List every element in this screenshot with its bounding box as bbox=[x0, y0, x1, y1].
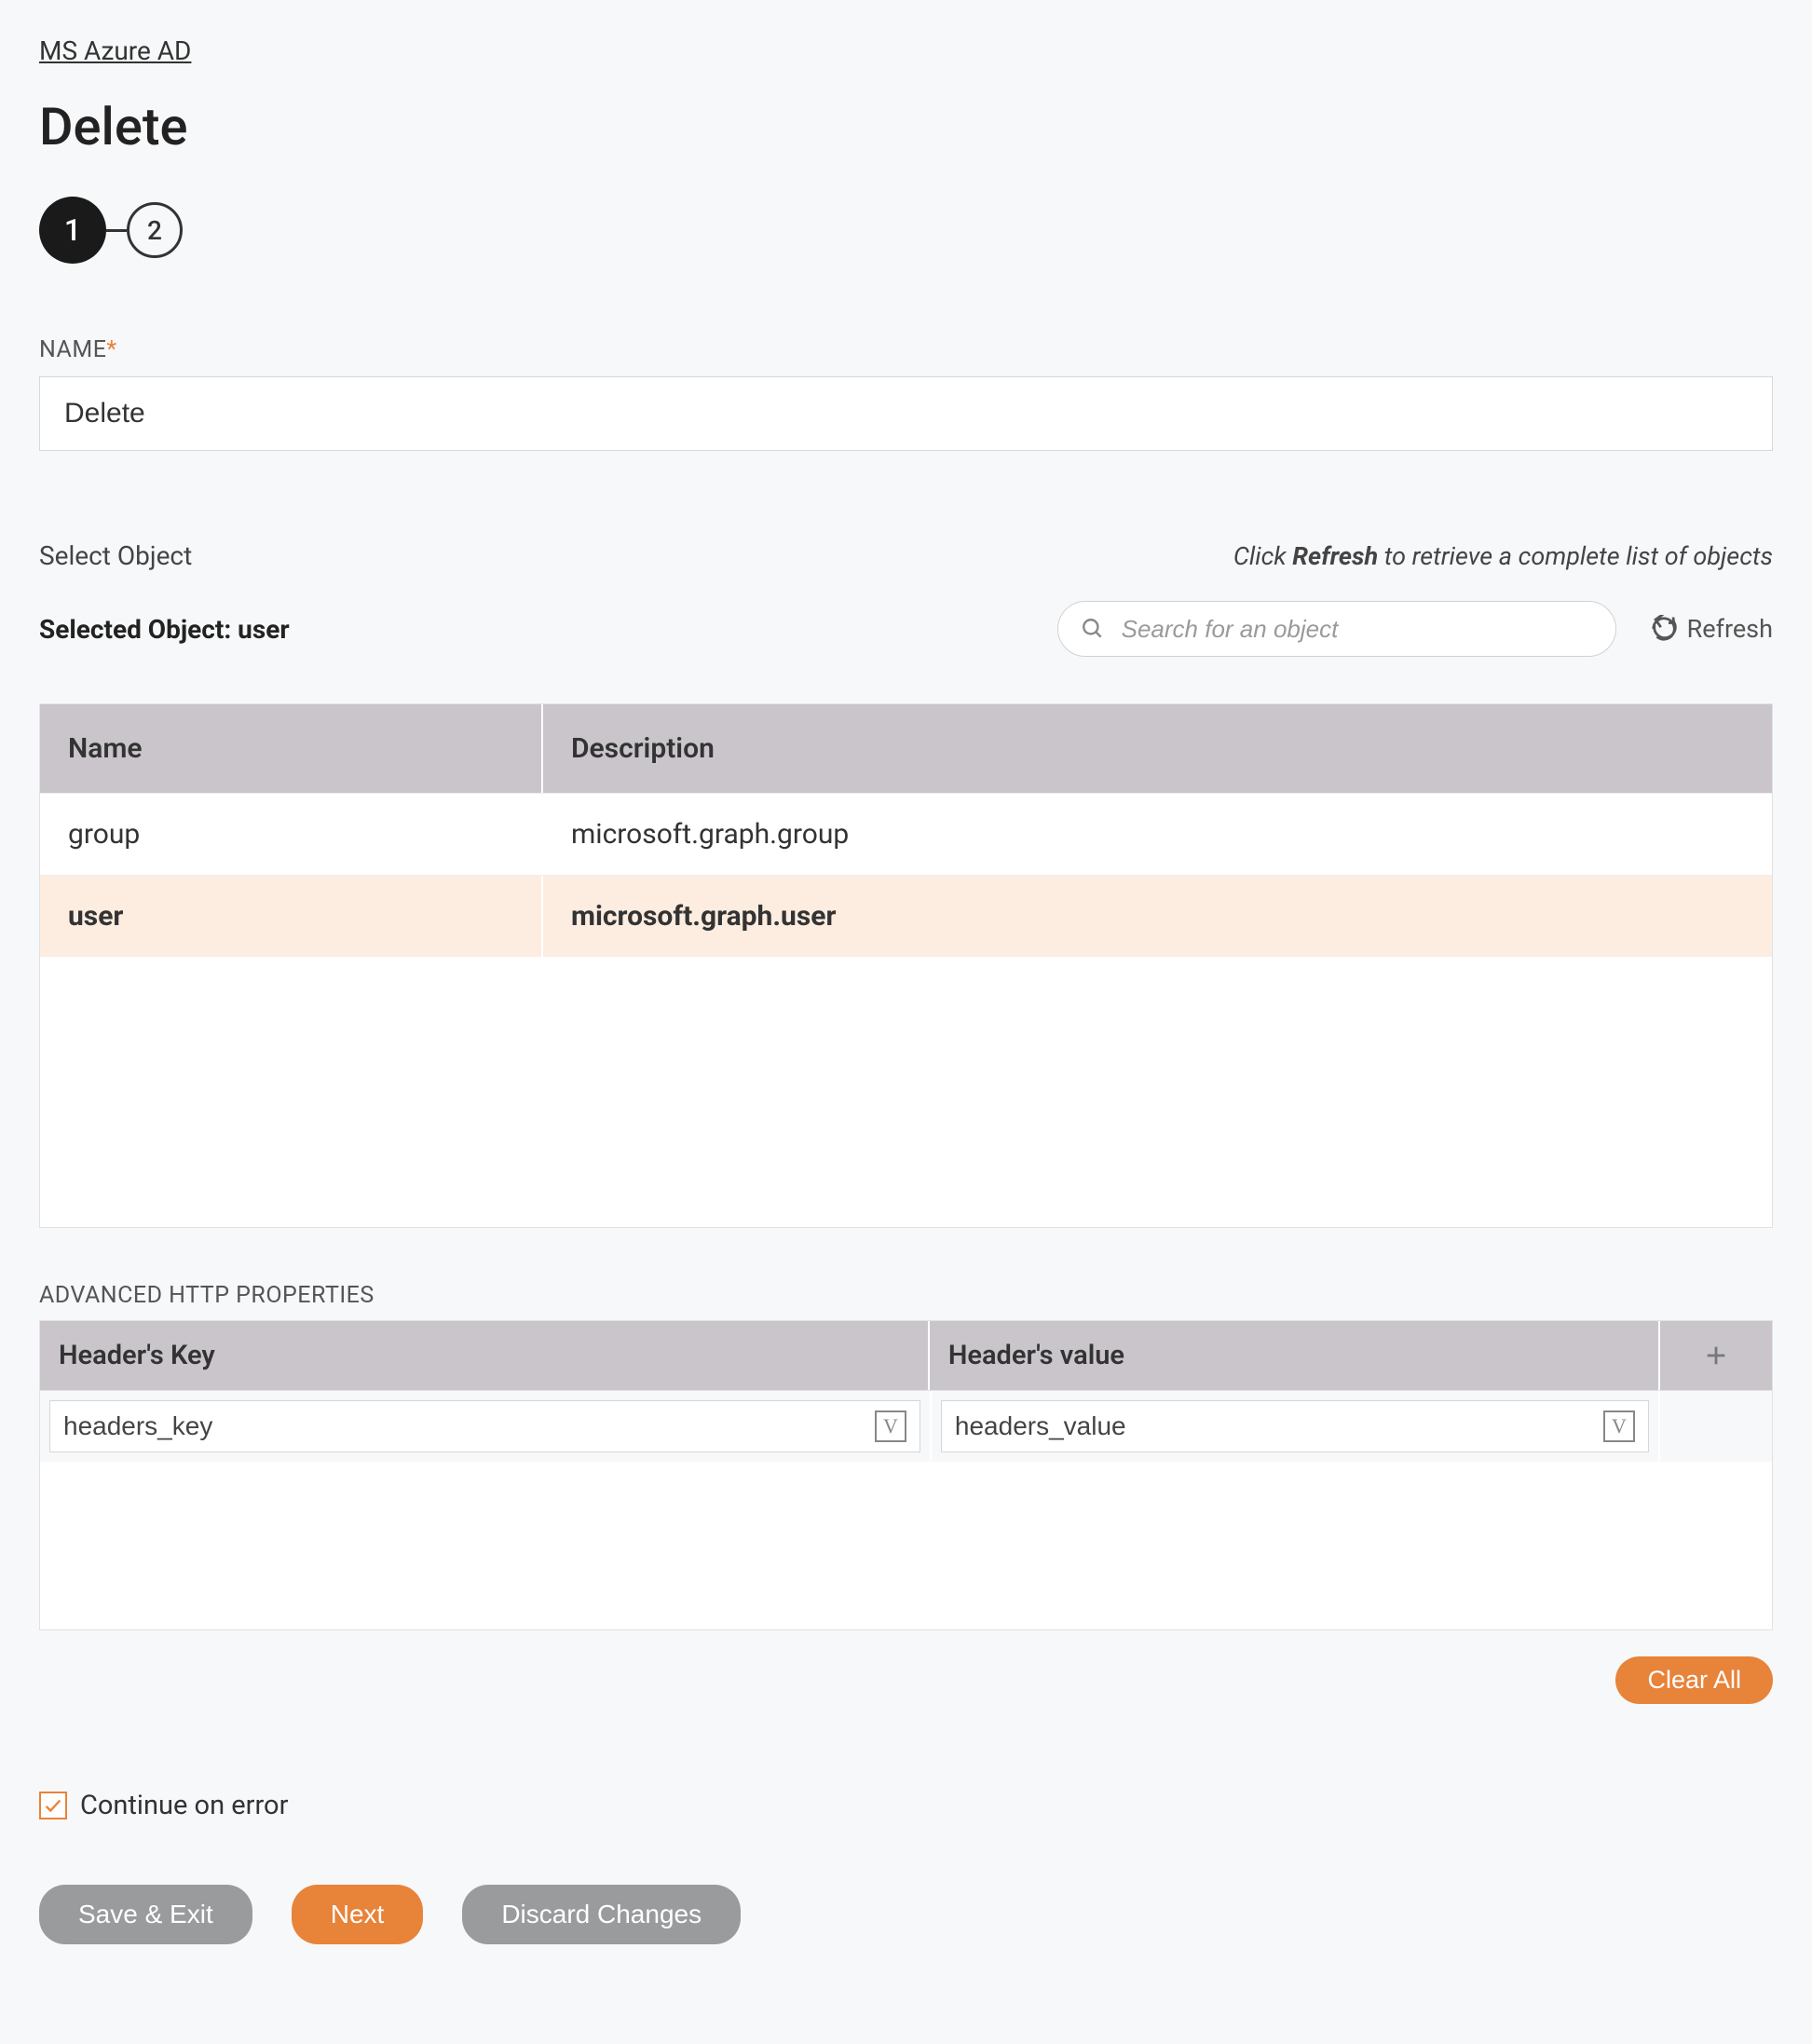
header-value-input-wrap[interactable]: V bbox=[941, 1400, 1649, 1452]
checkbox-box[interactable] bbox=[39, 1792, 67, 1819]
table-empty-area bbox=[40, 957, 1772, 1227]
header-key-input[interactable] bbox=[63, 1411, 865, 1441]
select-object-label: Select Object bbox=[39, 540, 192, 571]
advanced-table: Header's Key Header's value V V bbox=[39, 1320, 1773, 1630]
stepper: 1 2 bbox=[39, 197, 1773, 264]
step-1[interactable]: 1 bbox=[39, 197, 106, 264]
discard-changes-button[interactable]: Discard Changes bbox=[462, 1885, 741, 1944]
refresh-label: Refresh bbox=[1687, 614, 1773, 644]
variable-icon[interactable]: V bbox=[1603, 1410, 1635, 1442]
breadcrumb-link[interactable]: MS Azure AD bbox=[39, 35, 191, 66]
advanced-empty-area bbox=[40, 1462, 1772, 1629]
td-description: microsoft.graph.group bbox=[543, 794, 1772, 875]
checkmark-icon bbox=[43, 1795, 63, 1816]
refresh-hint: Click Refresh to retrieve a complete lis… bbox=[1233, 541, 1773, 571]
required-asterisk: * bbox=[106, 336, 116, 363]
name-label-text: NAME bbox=[39, 336, 106, 363]
next-button[interactable]: Next bbox=[292, 1885, 424, 1944]
continue-on-error-checkbox[interactable]: Continue on error bbox=[39, 1790, 1773, 1821]
name-input[interactable] bbox=[39, 376, 1773, 451]
page-title: Delete bbox=[39, 96, 1773, 157]
th-name: Name bbox=[40, 704, 543, 793]
td-name: group bbox=[40, 794, 543, 875]
object-search-box[interactable] bbox=[1057, 601, 1616, 657]
save-exit-button[interactable]: Save & Exit bbox=[39, 1885, 252, 1944]
object-search-input[interactable] bbox=[1122, 615, 1593, 644]
search-icon bbox=[1081, 617, 1105, 641]
step-2[interactable]: 2 bbox=[127, 202, 183, 258]
object-table: Name Description group microsoft.graph.g… bbox=[39, 703, 1773, 1228]
header-key-input-wrap[interactable]: V bbox=[49, 1400, 920, 1452]
continue-on-error-label: Continue on error bbox=[80, 1790, 288, 1821]
refresh-icon bbox=[1650, 615, 1678, 643]
selected-object-text: Selected Object: user bbox=[39, 614, 290, 645]
advanced-http-label: ADVANCED HTTP PROPERTIES bbox=[39, 1282, 1773, 1309]
step-connector bbox=[106, 229, 127, 232]
header-value-input[interactable] bbox=[955, 1411, 1594, 1441]
th-description: Description bbox=[543, 704, 1772, 793]
table-row[interactable]: user microsoft.graph.user bbox=[40, 875, 1772, 957]
name-label: NAME* bbox=[39, 336, 1773, 363]
th-header-key: Header's Key bbox=[40, 1321, 930, 1390]
row-action-cell bbox=[1660, 1391, 1772, 1462]
add-header-button[interactable] bbox=[1660, 1321, 1772, 1390]
variable-icon[interactable]: V bbox=[875, 1410, 906, 1442]
clear-all-button[interactable]: Clear All bbox=[1615, 1656, 1773, 1704]
plus-icon bbox=[1703, 1342, 1729, 1369]
refresh-button[interactable]: Refresh bbox=[1650, 614, 1773, 644]
td-name: user bbox=[40, 876, 543, 957]
table-row[interactable]: group microsoft.graph.group bbox=[40, 793, 1772, 875]
td-description: microsoft.graph.user bbox=[543, 876, 1772, 957]
th-header-value: Header's value bbox=[930, 1321, 1660, 1390]
